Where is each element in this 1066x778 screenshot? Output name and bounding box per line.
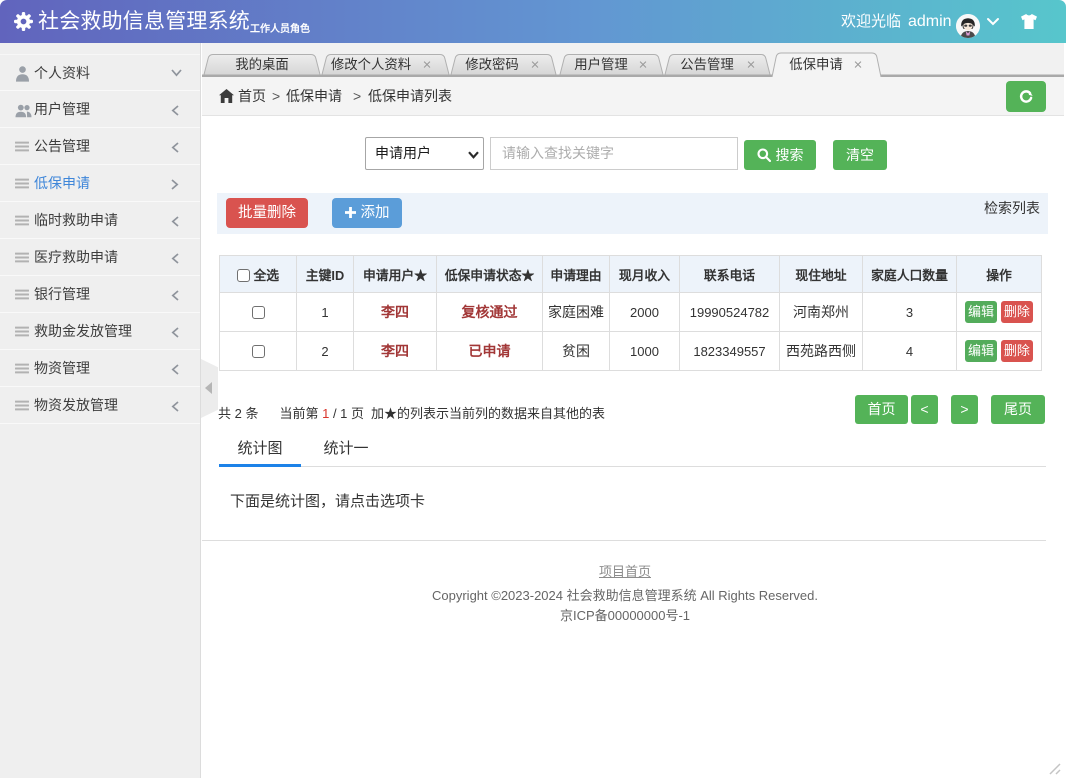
svg-text:×: ×	[854, 57, 863, 74]
svg-text:修改个人资料: 修改个人资料	[331, 57, 411, 72]
svg-text:×: ×	[423, 57, 432, 74]
svg-text:公告管理: 公告管理	[680, 57, 734, 72]
svg-text:修改密码: 修改密码	[465, 56, 519, 72]
svg-text:低保申请: 低保申请	[789, 57, 843, 72]
svg-text:×: ×	[747, 57, 756, 74]
svg-text:×: ×	[639, 57, 648, 74]
svg-text:我的桌面: 我的桌面	[235, 57, 289, 72]
svg-text:×: ×	[531, 57, 540, 74]
svg-text:用户管理: 用户管理	[574, 56, 628, 72]
